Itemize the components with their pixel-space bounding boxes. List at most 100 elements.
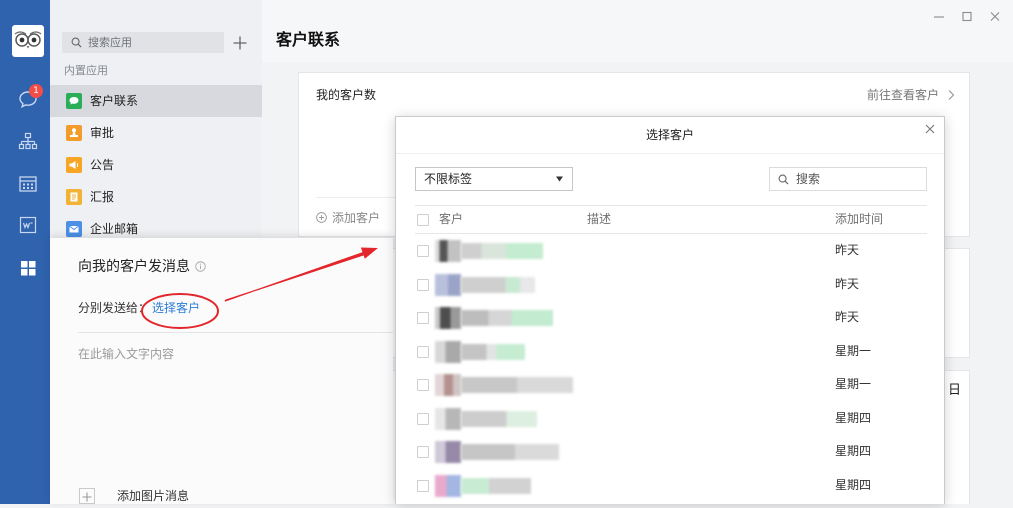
panel-title-text: 向我的客户发消息	[78, 259, 190, 275]
added-time: 昨天	[835, 276, 860, 291]
tag-filter-dropdown[interactable]: 不限标签	[415, 167, 573, 191]
customer-avatar-redacted	[435, 474, 461, 497]
table-row[interactable]: 星期一	[415, 368, 927, 402]
select-all-checkbox[interactable]	[417, 213, 429, 226]
select-customer-link[interactable]: 选择客户	[152, 301, 200, 315]
app-item-label: 汇报	[90, 190, 115, 204]
column-header-description: 描述	[587, 212, 612, 226]
select-customer-dialog: 选择客户 不限标签 客户 描述 添加时间 昨天昨天昨天星期一星期一星期四星期四星…	[395, 116, 945, 504]
info-icon[interactable]	[195, 261, 206, 272]
customer-name-redacted	[461, 410, 537, 427]
add-image-icon	[79, 488, 95, 504]
table-row[interactable]: 昨天	[415, 301, 927, 335]
customer-avatar-redacted	[435, 441, 461, 463]
table-row[interactable]: 星期一	[415, 335, 927, 369]
row-checkbox[interactable]	[417, 379, 429, 391]
customer-name-redacted	[461, 343, 525, 360]
column-header-added-time: 添加时间	[835, 212, 884, 226]
added-time: 星期四	[835, 444, 872, 458]
app-search-input[interactable]	[88, 32, 218, 53]
mail-icon	[66, 221, 82, 237]
add-customer-label: 添加客户	[332, 211, 381, 225]
customer-name-redacted	[461, 243, 543, 259]
customer-table-body: 昨天 昨天 昨天 星期一 星期一 星期四 星期四 星期四	[415, 234, 927, 505]
row-checkbox[interactable]	[417, 412, 429, 425]
report-icon	[66, 189, 82, 205]
main-header: 客户联系	[262, 0, 1013, 62]
date-fragment-text: 日	[948, 383, 962, 398]
section-label-builtin-apps: 内置应用	[64, 64, 108, 77]
view-customers-link[interactable]: 前往查看客户	[867, 87, 939, 103]
app-search-box[interactable]	[62, 32, 224, 53]
add-customer-button[interactable]: 添加客户	[316, 210, 380, 226]
customer-name-redacted	[461, 477, 531, 494]
table-row[interactable]: 星期四	[415, 435, 927, 469]
app-item-label: 客户联系	[90, 94, 139, 108]
customer-search-box[interactable]	[769, 167, 927, 191]
plus-icon[interactable]	[232, 35, 248, 51]
added-time: 昨天	[835, 310, 860, 324]
minimize-icon[interactable]	[932, 8, 946, 22]
customer-avatar-redacted	[435, 307, 461, 329]
row-checkbox[interactable]	[417, 245, 429, 257]
row-checkbox[interactable]	[417, 312, 429, 324]
dialog-header-divider	[396, 153, 944, 154]
message-text-input[interactable]	[78, 346, 378, 386]
app-item-label: 公告	[90, 158, 115, 172]
table-row[interactable]: 昨天	[415, 234, 927, 268]
row-checkbox[interactable]	[417, 479, 429, 492]
added-time: 星期一	[835, 343, 872, 358]
customer-table: 客户 描述 添加时间 昨天 昨天 昨天 星期一 星期一 星期四 星期四 星期四	[415, 205, 927, 505]
caret-down-icon	[556, 176, 563, 182]
app-item-announcement[interactable]: 公告	[50, 149, 262, 181]
customer-avatar-redacted	[435, 407, 461, 430]
row-checkbox[interactable]	[417, 278, 429, 291]
app-item-approval[interactable]: 审批	[50, 117, 262, 149]
added-time: 星期四	[835, 410, 872, 425]
customer-count-title: 我的客户数	[316, 88, 377, 102]
unread-badge: 1	[29, 84, 43, 98]
app-item-report[interactable]: 汇报	[50, 181, 262, 213]
customer-name-redacted	[461, 377, 573, 393]
panel-divider	[78, 332, 393, 333]
page-title: 客户联系	[276, 30, 341, 49]
nav-sidebar: 1	[0, 0, 50, 504]
row-checkbox[interactable]	[417, 446, 429, 458]
column-header-customer: 客户	[439, 212, 464, 226]
send-to-label: 分别发送给：	[78, 301, 151, 315]
customer-name-redacted	[461, 310, 553, 326]
calendar-icon[interactable]	[17, 173, 39, 195]
send-to-row: 分别发送给： 选择客户	[78, 300, 200, 316]
owl-avatar-icon[interactable]	[12, 25, 44, 57]
panel-title: 向我的客户发消息	[78, 257, 206, 277]
added-time: 星期一	[835, 377, 872, 391]
customer-avatar-redacted	[435, 273, 461, 296]
customer-avatar-redacted	[435, 374, 461, 396]
search-icon	[778, 174, 789, 185]
org-chart-icon[interactable]	[17, 131, 39, 153]
added-time: 昨天	[835, 243, 860, 257]
customer-name-redacted	[461, 276, 535, 293]
dialog-title: 选择客户	[645, 128, 694, 142]
close-icon[interactable]	[988, 8, 1002, 22]
customer-search-input[interactable]	[796, 168, 921, 190]
added-time: 星期四	[835, 477, 872, 492]
table-row[interactable]: 星期四	[415, 469, 927, 503]
add-image-label: 添加图片消息	[117, 489, 190, 503]
table-header: 客户 描述 添加时间	[415, 205, 927, 234]
document-icon[interactable]	[17, 214, 39, 236]
add-circle-icon	[316, 212, 327, 223]
search-icon	[71, 37, 82, 48]
customer-avatar-redacted	[435, 340, 461, 363]
tag-filter-value: 不限标签	[424, 172, 473, 186]
app-item-customer-contact[interactable]: 客户联系	[50, 85, 262, 117]
table-row[interactable]: 昨天	[415, 268, 927, 302]
maximize-icon[interactable]	[960, 8, 974, 22]
table-row[interactable]: 星期四	[415, 402, 927, 436]
apps-grid-icon[interactable]	[17, 257, 39, 279]
chevron-right-icon[interactable]	[947, 89, 955, 101]
row-checkbox[interactable]	[417, 345, 429, 358]
send-message-panel: 向我的客户发消息 分别发送给：选择客户 添加图片消息	[50, 238, 393, 504]
close-icon[interactable]	[924, 123, 936, 135]
announcement-icon	[66, 157, 82, 173]
